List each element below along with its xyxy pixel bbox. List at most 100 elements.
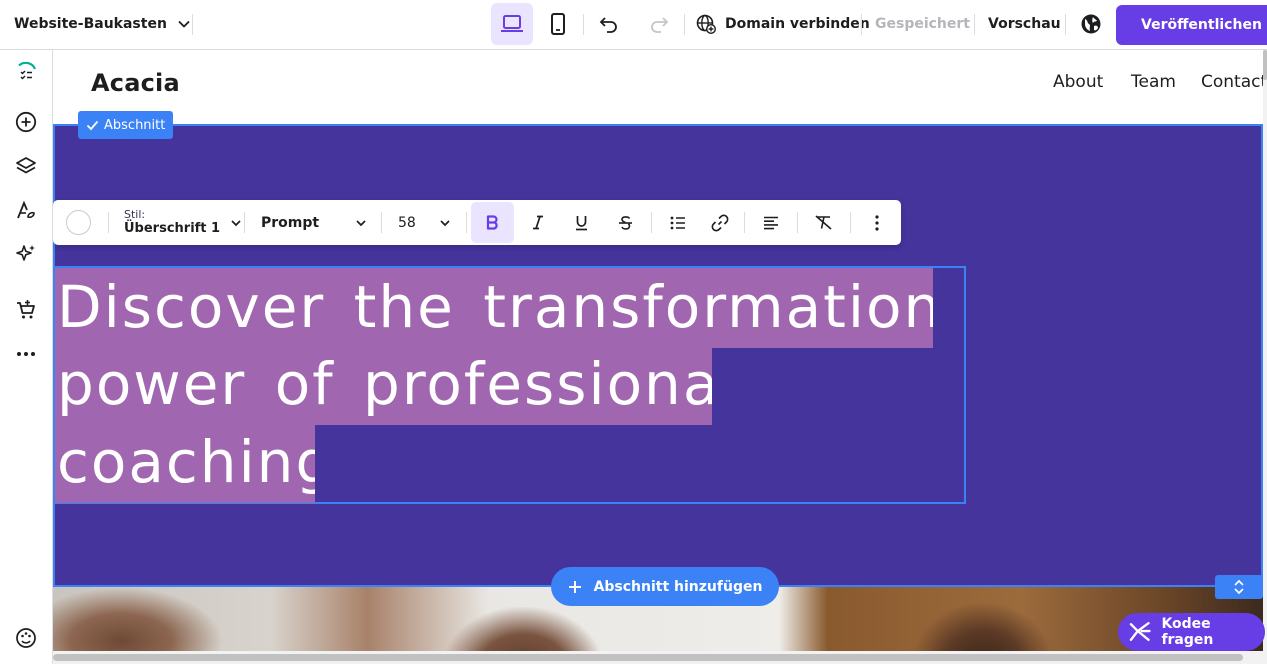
section-tag-label: Abschnitt	[104, 117, 166, 133]
phone-icon	[551, 13, 565, 35]
ask-kodee-button[interactable]: Kodee fragen	[1118, 613, 1265, 651]
section-resize-handle[interactable]	[1215, 575, 1263, 599]
ai-tools-button[interactable]	[10, 238, 42, 270]
horizontal-scrollbar[interactable]	[53, 651, 1263, 664]
cart-plus-icon	[17, 300, 35, 319]
globe-plus-icon	[696, 14, 716, 34]
align-left-icon	[764, 216, 778, 229]
language-button[interactable]	[1070, 3, 1112, 45]
style-label: Stil:	[124, 208, 146, 221]
font-family-dropdown[interactable]: Prompt	[261, 200, 367, 245]
saved-status: Gespeichert	[875, 16, 970, 32]
bullet-list-button[interactable]	[668, 200, 688, 245]
chevron-down-icon	[178, 20, 190, 28]
clear-formatting-button[interactable]	[813, 200, 833, 245]
italic-icon	[533, 215, 543, 230]
divider	[974, 14, 975, 35]
more-vertical-icon	[875, 214, 879, 231]
divider	[108, 212, 109, 233]
chevron-down-icon	[231, 219, 241, 226]
kodee-logo-icon	[1129, 622, 1151, 641]
desktop-view-button[interactable]	[491, 3, 533, 45]
text-style-dropdown[interactable]: Stil: Überschrift 1	[124, 200, 242, 245]
clear-format-icon	[814, 215, 832, 230]
layers-button[interactable]	[10, 150, 42, 182]
link-icon	[711, 214, 729, 231]
underline-button[interactable]	[571, 200, 591, 245]
chevron-down-icon	[440, 219, 450, 226]
laptop-icon	[501, 15, 523, 32]
section-tag[interactable]: Abschnitt	[78, 111, 174, 139]
headline-text-box[interactable]: Discover the transformational power of p…	[53, 266, 966, 504]
font-size-dropdown[interactable]: 58	[398, 200, 451, 245]
preview-button[interactable]: Vorschau	[988, 0, 1061, 48]
vertical-scrollbar-thumb[interactable]	[1263, 50, 1267, 80]
top-bar: Website-Baukasten Domain verbinden Gespe…	[0, 0, 1267, 50]
divider	[244, 212, 245, 233]
undo-icon	[599, 17, 617, 33]
more-options-button[interactable]	[869, 200, 885, 245]
divider	[1065, 14, 1066, 35]
add-section-button[interactable]: Abschnitt hinzufügen	[551, 567, 779, 606]
font-family-value: Prompt	[261, 214, 320, 231]
underline-icon	[575, 215, 587, 230]
sparkles-icon	[16, 245, 35, 261]
undo-button[interactable]	[588, 3, 630, 45]
site-header[interactable]: Acacia About Team Contact	[53, 50, 1263, 124]
palette-brush-icon	[17, 200, 35, 219]
redo-button[interactable]	[638, 3, 680, 45]
builder-title: Website-Baukasten	[14, 16, 167, 32]
styles-button[interactable]	[10, 194, 42, 226]
publish-button[interactable]: Veröffentlichen	[1116, 5, 1267, 45]
plus-icon	[568, 580, 581, 593]
editor-canvas[interactable]: Acacia About Team Contact Abschnitt Stil…	[53, 50, 1263, 664]
add-section-label: Abschnitt hinzufügen	[593, 578, 763, 595]
chevrons-up-down-icon	[1234, 579, 1244, 595]
site-logo[interactable]: Acacia	[91, 69, 180, 97]
checklist-button[interactable]	[10, 58, 42, 90]
more-button[interactable]	[10, 338, 42, 370]
divider	[583, 14, 584, 35]
redo-icon	[651, 17, 669, 33]
more-horizontal-icon	[17, 352, 35, 356]
nav-link-team[interactable]: Team	[1131, 72, 1176, 92]
store-button[interactable]	[10, 294, 42, 326]
divider	[684, 14, 685, 35]
bold-button[interactable]	[471, 202, 514, 243]
divider	[744, 212, 745, 233]
add-element-button[interactable]	[10, 106, 42, 138]
globe-icon	[1081, 14, 1101, 34]
layers-icon	[16, 157, 36, 174]
divider	[850, 212, 851, 233]
headline-line-2: power of professional	[55, 345, 712, 425]
left-sidebar	[0, 50, 53, 664]
horizontal-scrollbar-thumb[interactable]	[53, 654, 1243, 661]
italic-button[interactable]	[528, 200, 548, 245]
connect-domain-label: Domain verbinden	[725, 16, 870, 32]
headline-line-3: coaching	[55, 423, 315, 503]
nav-link-contact[interactable]: Contact	[1201, 72, 1263, 92]
plus-circle-icon	[15, 111, 37, 133]
builder-menu-button[interactable]: Website-Baukasten	[14, 0, 191, 48]
face-palette-icon	[16, 628, 36, 648]
link-button[interactable]	[709, 200, 731, 245]
bold-icon	[486, 215, 498, 230]
chevron-down-icon	[356, 219, 366, 226]
connect-domain-button[interactable]: Domain verbinden	[696, 0, 870, 48]
theme-button[interactable]	[10, 622, 42, 654]
divider	[192, 14, 193, 35]
mobile-view-button[interactable]	[537, 3, 579, 45]
divider	[381, 212, 382, 233]
strikethrough-icon	[618, 215, 632, 230]
nav-link-about[interactable]: About	[1053, 72, 1103, 92]
divider	[466, 212, 467, 233]
ask-kodee-label: Kodee fragen	[1161, 616, 1214, 648]
list-icon	[670, 216, 685, 229]
font-size-value: 58	[398, 214, 416, 231]
strikethrough-button[interactable]	[615, 200, 635, 245]
vertical-scrollbar[interactable]	[1263, 50, 1267, 664]
text-format-toolbar: Stil: Überschrift 1 Prompt 58	[53, 200, 901, 245]
text-color-button[interactable]	[66, 200, 91, 245]
headline-line-1: Discover the transformational	[55, 268, 933, 348]
align-button[interactable]	[761, 200, 781, 245]
